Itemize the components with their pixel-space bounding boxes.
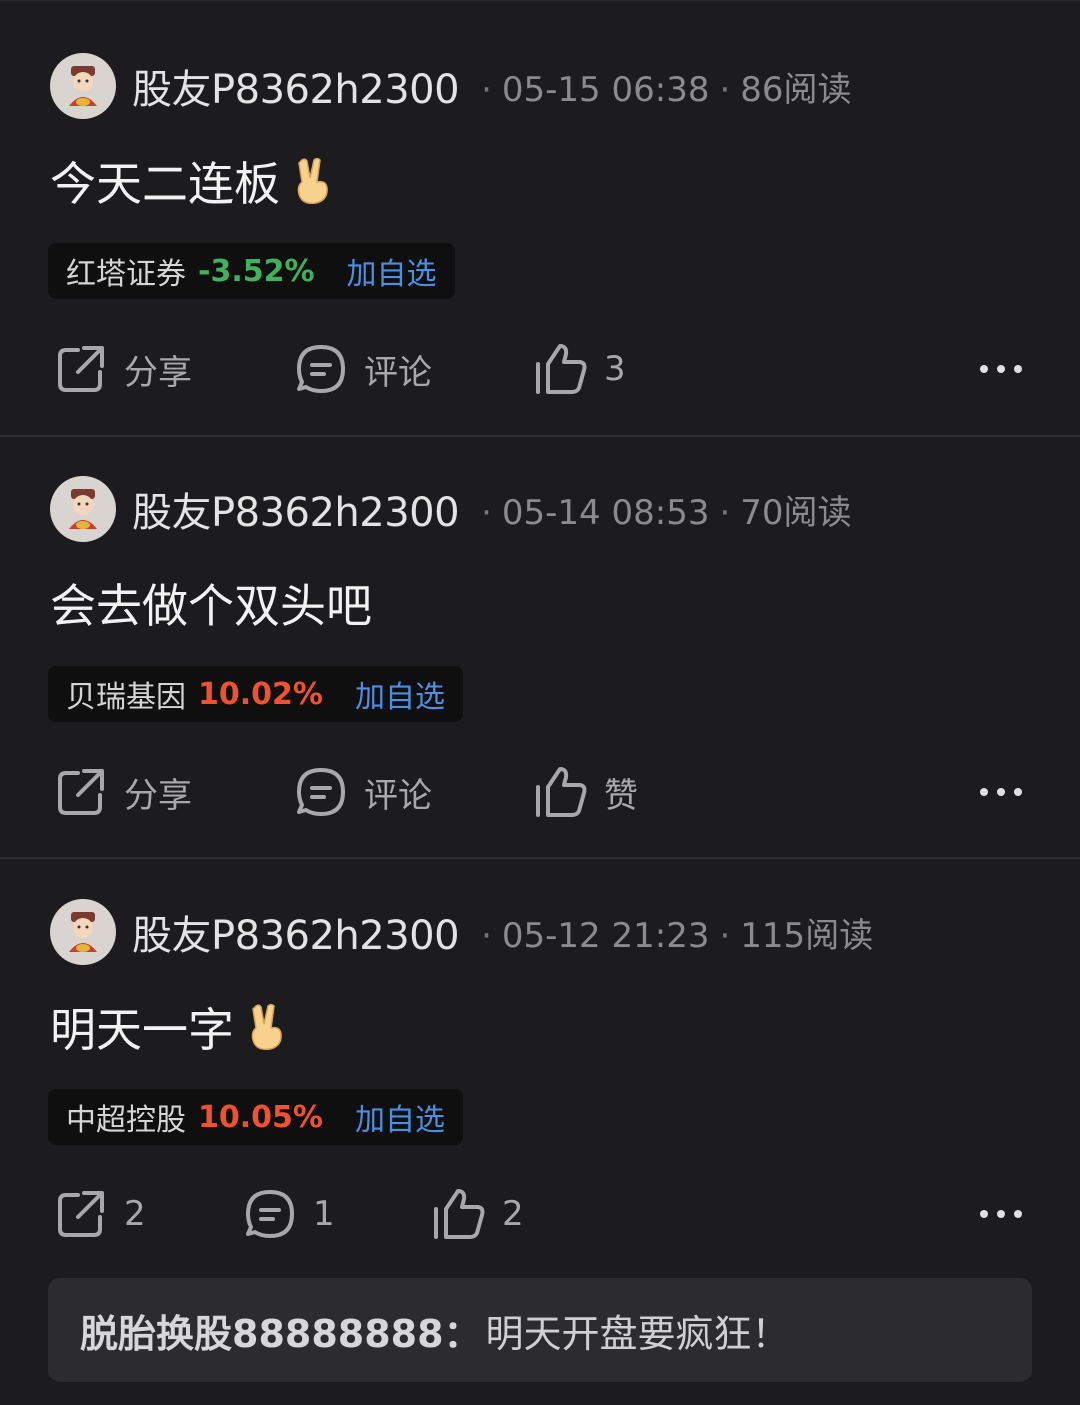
- share-button[interactable]: 2: [54, 1184, 146, 1244]
- share-button[interactable]: 分享: [54, 762, 192, 822]
- comment-text: 明天开盘要疯狂！: [485, 1311, 790, 1356]
- avatar[interactable]: [50, 899, 116, 965]
- victory-hand-icon: [251, 1003, 282, 1051]
- god-of-wealth-icon: [55, 58, 111, 114]
- stock-name[interactable]: 红塔证券: [66, 249, 186, 293]
- thumbs-up-icon: [536, 344, 587, 394]
- like-label: 赞: [604, 775, 638, 816]
- post-time: 05-15 06:38: [501, 69, 710, 110]
- post-time: 05-14 08:53: [501, 492, 710, 533]
- more-icon: [980, 1210, 1022, 1218]
- post-item[interactable]: 股友P8362h2300 · 05-15 06:38 · 86阅读 今天二连板 红塔证…: [0, 1, 1080, 437]
- share-count: 2: [124, 1194, 146, 1234]
- god-of-wealth-icon: [55, 904, 111, 960]
- avatar[interactable]: [50, 476, 116, 542]
- share-icon: [58, 1191, 104, 1237]
- share-label: 分享: [124, 352, 192, 393]
- read-count: 115阅读: [740, 915, 874, 956]
- meta-separator: ·: [719, 492, 731, 533]
- stock-tag[interactable]: 贝瑞基因 10.02% 加自选: [48, 666, 463, 722]
- post-header: 股友P8362h2300 · 05-15 06:38 · 86阅读: [50, 53, 852, 119]
- stock-change: 10.05%: [198, 1099, 323, 1135]
- like-count: 2: [502, 1194, 524, 1234]
- post-time: 05-12 21:23: [501, 915, 710, 956]
- stock-name[interactable]: 中超控股: [66, 1095, 186, 1139]
- post-text: 明天一字: [50, 1003, 234, 1057]
- comment-icon: [297, 345, 345, 393]
- stock-name[interactable]: 贝瑞基因: [66, 672, 186, 716]
- share-icon: [58, 346, 104, 392]
- post-content[interactable]: 今天二连板: [50, 151, 334, 211]
- post-meta: · 05-15 06:38 · 86阅读: [471, 62, 851, 111]
- comment-button[interactable]: 评论: [294, 339, 432, 399]
- victory-hand-icon: [297, 157, 328, 205]
- post-text: 会去做个双头吧: [50, 579, 372, 633]
- stock-tag[interactable]: 中超控股 10.05% 加自选: [48, 1089, 463, 1145]
- avatar[interactable]: [50, 53, 116, 119]
- god-of-wealth-icon: [55, 481, 111, 537]
- like-count: 3: [604, 349, 626, 389]
- post-content[interactable]: 会去做个双头吧: [50, 573, 372, 633]
- comment-button[interactable]: 1: [243, 1184, 335, 1244]
- more-button[interactable]: [978, 762, 1024, 822]
- more-icon: [980, 365, 1022, 373]
- thumbs-up-icon: [536, 767, 587, 817]
- thumbs-up-icon: [434, 1189, 485, 1239]
- like-button[interactable]: 赞: [534, 762, 638, 822]
- add-watchlist-button[interactable]: 加自选: [355, 1095, 445, 1139]
- comment-count: 1: [313, 1194, 335, 1234]
- post-meta: · 05-14 08:53 · 70阅读: [471, 485, 851, 534]
- post-item[interactable]: 股友P8362h2300 · 05-14 08:53 · 70阅读 会去做个双头吧 贝…: [0, 437, 1080, 859]
- like-button[interactable]: 2: [432, 1184, 524, 1244]
- post-feed: 股友P8362h2300 · 05-15 06:38 · 86阅读 今天二连板 红塔证…: [0, 0, 1080, 1405]
- share-icon: [58, 769, 104, 815]
- add-watchlist-button[interactable]: 加自选: [355, 672, 445, 716]
- share-button[interactable]: 分享: [54, 339, 192, 399]
- more-button[interactable]: [978, 339, 1024, 399]
- post-meta: · 05-12 21:23 · 115阅读: [471, 908, 873, 957]
- author-name[interactable]: 股友P8362h2300: [132, 57, 460, 115]
- meta-separator: ·: [719, 915, 731, 956]
- read-count: 70阅读: [740, 492, 852, 533]
- post-header: 股友P8362h2300 · 05-14 08:53 · 70阅读: [50, 476, 852, 542]
- comment-icon: [297, 768, 345, 816]
- stock-change: -3.52%: [198, 253, 315, 289]
- share-label: 分享: [124, 775, 192, 816]
- add-watchlist-button[interactable]: 加自选: [347, 249, 437, 293]
- comment-icon: [246, 1190, 294, 1238]
- comment-label: 评论: [364, 775, 432, 816]
- meta-separator: ·: [481, 69, 492, 110]
- meta-separator: ·: [719, 69, 731, 110]
- post-header: 股友P8362h2300 · 05-12 21:23 · 115阅读: [50, 899, 873, 965]
- action-bar: 分享 评论 赞: [50, 762, 1030, 822]
- meta-separator: ·: [481, 492, 492, 533]
- stock-change: 10.02%: [198, 676, 323, 712]
- stock-tag[interactable]: 红塔证券 -3.52% 加自选: [48, 243, 455, 299]
- read-count: 86阅读: [740, 69, 852, 110]
- post-text: 今天二连板: [50, 157, 280, 211]
- action-bar: 2 1 2: [50, 1184, 1030, 1244]
- more-icon: [980, 788, 1022, 796]
- comment-label: 评论: [364, 352, 432, 393]
- more-button[interactable]: [978, 1184, 1024, 1244]
- meta-separator: ·: [481, 915, 492, 956]
- comment-author[interactable]: 脱胎换股88888888：: [80, 1303, 482, 1358]
- hot-comment[interactable]: 脱胎换股88888888： 明天开盘要疯狂！: [48, 1278, 1032, 1382]
- action-bar: 分享 评论 3: [50, 339, 1030, 399]
- post-content[interactable]: 明天一字: [50, 997, 288, 1057]
- author-name[interactable]: 股友P8362h2300: [132, 903, 460, 961]
- like-button[interactable]: 3: [534, 339, 626, 399]
- author-name[interactable]: 股友P8362h2300: [132, 480, 460, 538]
- comment-button[interactable]: 评论: [294, 762, 432, 822]
